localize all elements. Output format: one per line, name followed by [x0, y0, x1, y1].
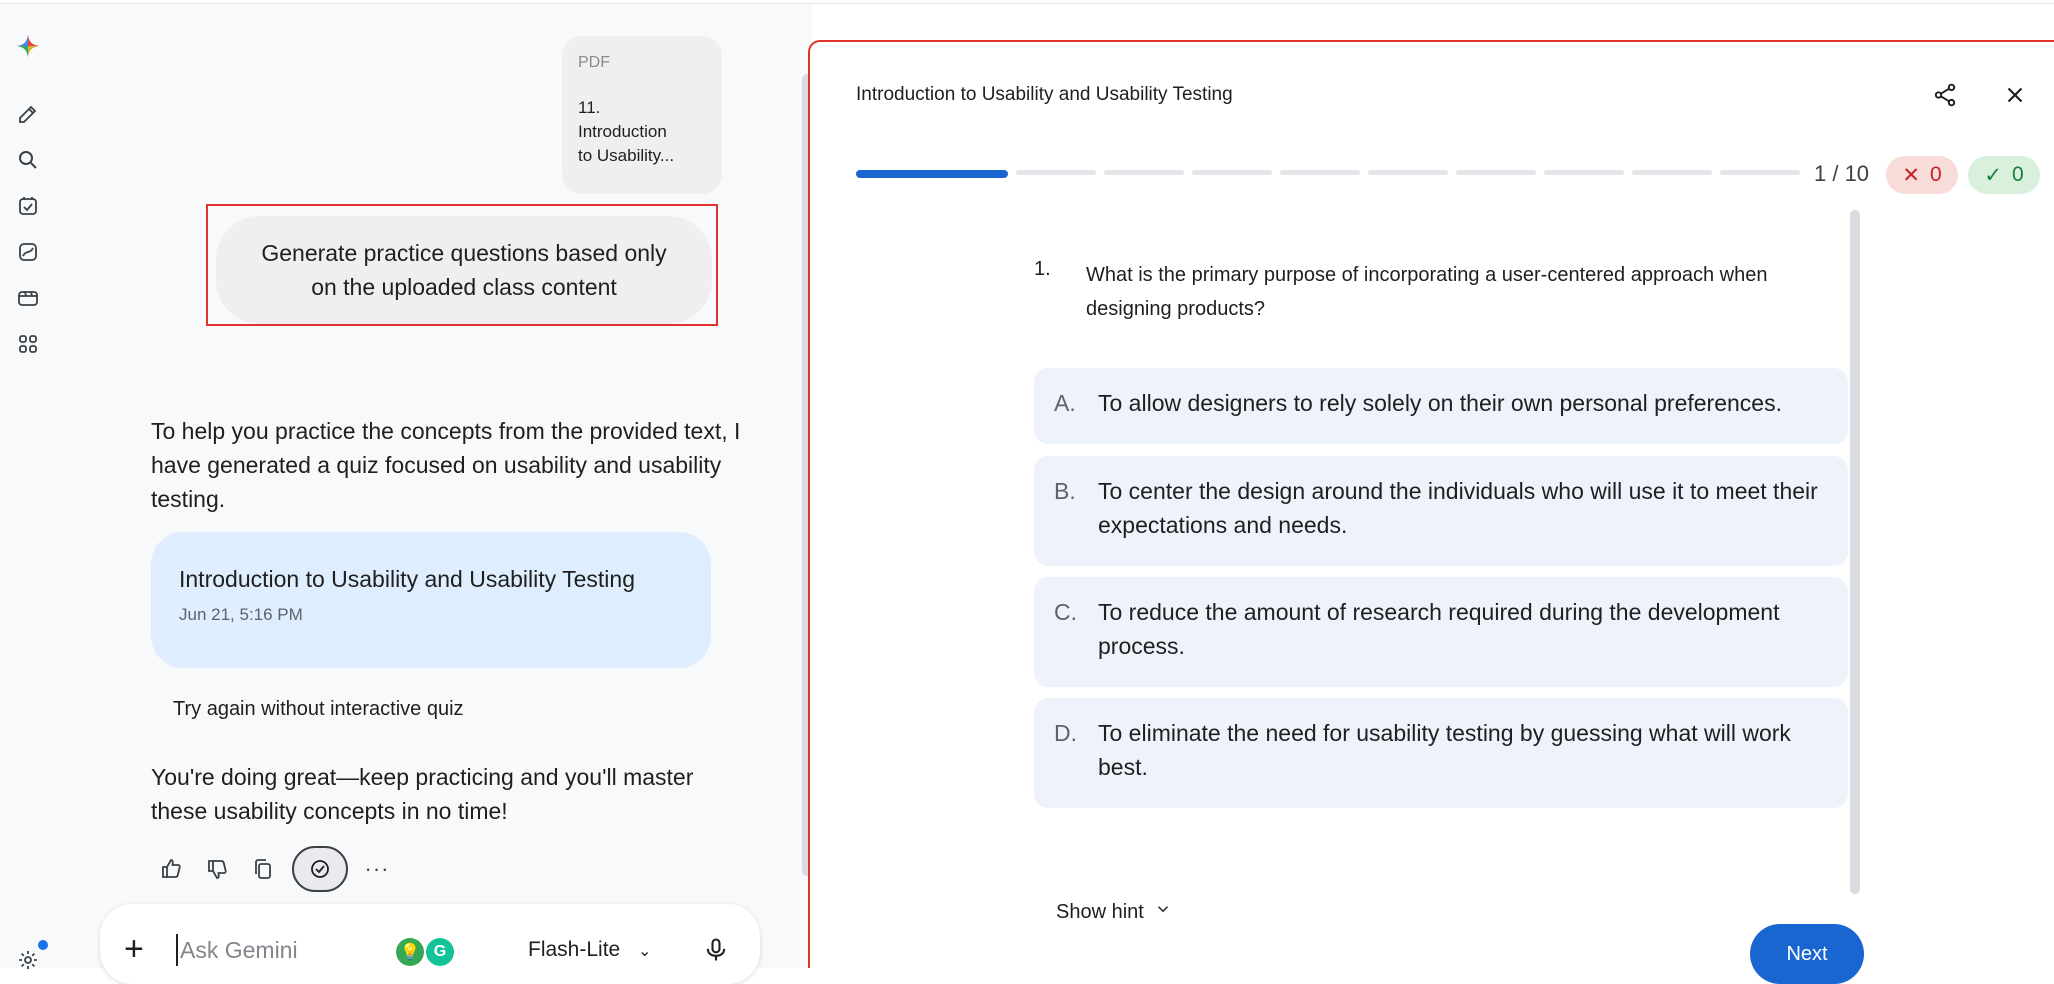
copy-icon[interactable] — [240, 846, 286, 892]
progress-segment — [1192, 170, 1272, 175]
quiz-panel: Introduction to Usability and Usability … — [808, 40, 2054, 984]
option-key: C. — [1054, 599, 1077, 625]
option-key: D. — [1054, 720, 1077, 746]
correct-count: 0 — [2011, 163, 2024, 186]
video-icon[interactable] — [14, 284, 42, 312]
new-chat-icon[interactable] — [14, 100, 42, 128]
question-text: What is the primary purpose of incorpora… — [1086, 264, 1768, 320]
answer-option-b[interactable]: B. To center the design around the indiv… — [1034, 456, 1848, 566]
apps-icon[interactable] — [14, 330, 42, 358]
progress-segment — [1368, 170, 1448, 175]
ask-gemini-input[interactable] — [176, 934, 336, 966]
response-actions: ··· — [148, 846, 400, 892]
wrong-answers-badge: ✕ 0 — [1886, 156, 1958, 194]
share-icon[interactable] — [1932, 82, 1958, 108]
progress-segment — [1280, 170, 1360, 175]
wrong-count: 0 — [1929, 163, 1942, 186]
chevron-down-icon: ⌄ — [638, 943, 652, 960]
quiz-scrollbar[interactable] — [1850, 210, 1860, 894]
add-icon[interactable]: + — [124, 932, 144, 966]
lightbulb-extension-icon[interactable]: 💡 — [396, 938, 424, 966]
tasks-icon[interactable] — [14, 192, 42, 220]
attachment-type: PDF — [578, 54, 610, 71]
retry-without-quiz-link[interactable]: Try again without interactive quiz — [173, 698, 464, 721]
question-number: 1. — [1034, 258, 1051, 280]
progress-segment — [1720, 170, 1800, 175]
microphone-icon[interactable] — [702, 936, 730, 964]
progress-segment — [1016, 170, 1096, 175]
more-options-icon[interactable]: ··· — [354, 846, 400, 892]
chevron-down-icon — [1154, 900, 1172, 924]
show-hint-toggle[interactable]: Show hint — [1056, 900, 1172, 924]
option-text: To allow designers to rely solely on the… — [1098, 390, 1782, 416]
grammarly-icon[interactable]: G — [426, 938, 454, 966]
progress-segment — [1544, 170, 1624, 175]
progress-segment — [1632, 170, 1712, 175]
option-text: To eliminate the need for usability test… — [1098, 720, 1791, 780]
response-intro: To help you practice the concepts from t… — [151, 418, 741, 512]
gallery-icon[interactable] — [14, 238, 42, 266]
option-key: A. — [1054, 390, 1076, 416]
quiz-card-date: Jun 21, 5:16 PM — [179, 605, 303, 624]
quiz-progress-bar — [856, 170, 1800, 178]
model-label: Flash-Lite — [528, 938, 621, 961]
gemini-sparkle-icon[interactable] — [14, 32, 42, 60]
answer-option-a[interactable]: A. To allow designers to rely solely on … — [1034, 368, 1848, 444]
check-icon: ✓ — [1984, 163, 2002, 187]
next-button[interactable]: Next — [1750, 924, 1864, 984]
option-text: To center the design around the individu… — [1098, 478, 1818, 538]
progress-segment — [1104, 170, 1184, 175]
pdf-attachment-chip[interactable]: PDF 11. Introduction to Usability... — [562, 36, 722, 194]
extension-icons: 💡 G — [396, 938, 458, 968]
answer-option-d[interactable]: D. To eliminate the need for usability t… — [1034, 698, 1848, 808]
model-selector[interactable]: Flash-Lite ⌄ — [528, 938, 651, 962]
response-closing: You're doing great—keep practicing and y… — [151, 764, 694, 824]
attachment-name: 11. Introduction to Usability... — [578, 98, 675, 165]
progress-segment — [1456, 170, 1536, 175]
double-check-icon[interactable] — [292, 846, 348, 892]
prompt-composer: + 💡 G Flash-Lite ⌄ — [100, 904, 760, 984]
x-icon: ✕ — [1902, 163, 1920, 187]
search-icon[interactable] — [14, 146, 42, 174]
correct-answers-badge: ✓ 0 — [1968, 156, 2040, 194]
user-prompt-bubble: Generate practice questions based only o… — [216, 216, 712, 324]
option-key: B. — [1054, 478, 1076, 504]
quiz-card-title: Introduction to Usability and Usability … — [179, 566, 635, 592]
left-rail — [0, 4, 56, 969]
close-icon[interactable] — [2002, 82, 2028, 108]
settings-gear-icon[interactable] — [16, 940, 48, 972]
quiz-card[interactable]: Introduction to Usability and Usability … — [151, 532, 711, 668]
question-counter: 1 / 10 — [1814, 161, 1870, 186]
option-text: To reduce the amount of research require… — [1098, 599, 1780, 659]
chat-pane: PDF 11. Introduction to Usability... Gen… — [56, 4, 812, 968]
progress-segment — [856, 170, 1008, 178]
notification-dot — [38, 940, 48, 950]
quiz-title: Introduction to Usability and Usability … — [856, 84, 1233, 105]
thumbs-down-icon[interactable] — [194, 846, 240, 892]
thumbs-up-icon[interactable] — [148, 846, 194, 892]
answer-option-c[interactable]: C. To reduce the amount of research requ… — [1034, 577, 1848, 687]
hint-label: Show hint — [1056, 900, 1144, 923]
